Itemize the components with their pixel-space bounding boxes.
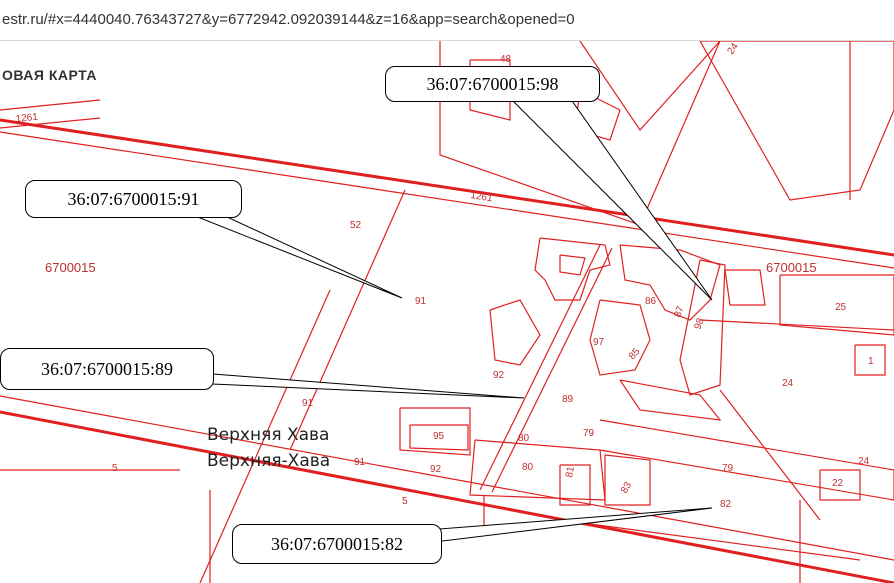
parcel-label: 80	[518, 433, 530, 444]
road-line-south	[0, 410, 894, 583]
map-title: ОВАЯ КАРТА	[2, 67, 97, 83]
callout-pointer-91	[179, 209, 403, 299]
parcel-label: 79	[722, 463, 734, 474]
parcel-label: 91	[415, 296, 427, 307]
parcel-label: 48	[500, 54, 512, 65]
parcel-label: 97	[593, 337, 605, 348]
parcel-label: 80	[522, 462, 534, 473]
road-label: 1261	[15, 112, 39, 125]
parcel-label: 25	[835, 302, 847, 313]
parcel-label: 87	[672, 304, 686, 319]
parcel-label: 91	[302, 398, 314, 409]
parcel-label: 98	[692, 316, 706, 331]
callout-pointer-89	[198, 372, 525, 399]
parcel-91-boundary	[289, 189, 406, 451]
callout-parcel-91: 36:07:6700015:91	[25, 180, 242, 218]
parcel-label: 1	[868, 356, 874, 367]
parcel-label: 52	[350, 220, 362, 231]
parcel-label: 95	[433, 431, 445, 442]
callout-parcel-98: 36:07:6700015:98	[385, 66, 600, 102]
lane-line	[479, 244, 601, 491]
parcel-label: 24	[782, 378, 794, 389]
quarter-label: 6700015	[766, 260, 817, 275]
road-label: 1261	[470, 190, 494, 204]
parcel-label: 92	[430, 464, 442, 475]
parcel-label: 89	[562, 394, 574, 405]
map-canvas[interactable]: 48 24 52 91 86 87 98 25 97 85 92 1 24 89…	[0, 41, 894, 583]
parcel-label: 24	[725, 41, 741, 57]
place-name: Верхняя-Хава	[207, 451, 331, 471]
road-1261-west	[0, 99, 101, 111]
parcel-label: 86	[645, 296, 657, 307]
parcel-label: 92	[493, 370, 505, 381]
parcel-label: 22	[832, 478, 844, 489]
parcel-24-north	[699, 41, 894, 201]
parcel-label: 83	[619, 480, 634, 496]
parcel-label: 79	[583, 428, 595, 439]
parcel-label: 5	[112, 463, 118, 474]
address-bar[interactable]: estr.ru/#x=4440040.76343727&y=6772942.09…	[0, 0, 894, 41]
parcel-label: 82	[720, 499, 732, 510]
parcel-label: 91	[354, 457, 366, 468]
cadastral-map[interactable]: 48 24 52 91 86 87 98 25 97 85 92 1 24 89…	[0, 41, 894, 583]
url-text[interactable]: estr.ru/#x=4440040.76343727&y=6772942.09…	[2, 11, 575, 28]
callout-parcel-82: 36:07:6700015:82	[232, 524, 442, 564]
place-name: Верхняя Хава	[207, 425, 330, 445]
parcel-label: 5	[402, 496, 408, 507]
parcel-label: 24	[858, 456, 870, 467]
quarter-label: 6700015	[45, 260, 96, 275]
callout-parcel-89: 36:07:6700015:89	[0, 348, 214, 390]
parcel-label: 81	[564, 465, 577, 478]
